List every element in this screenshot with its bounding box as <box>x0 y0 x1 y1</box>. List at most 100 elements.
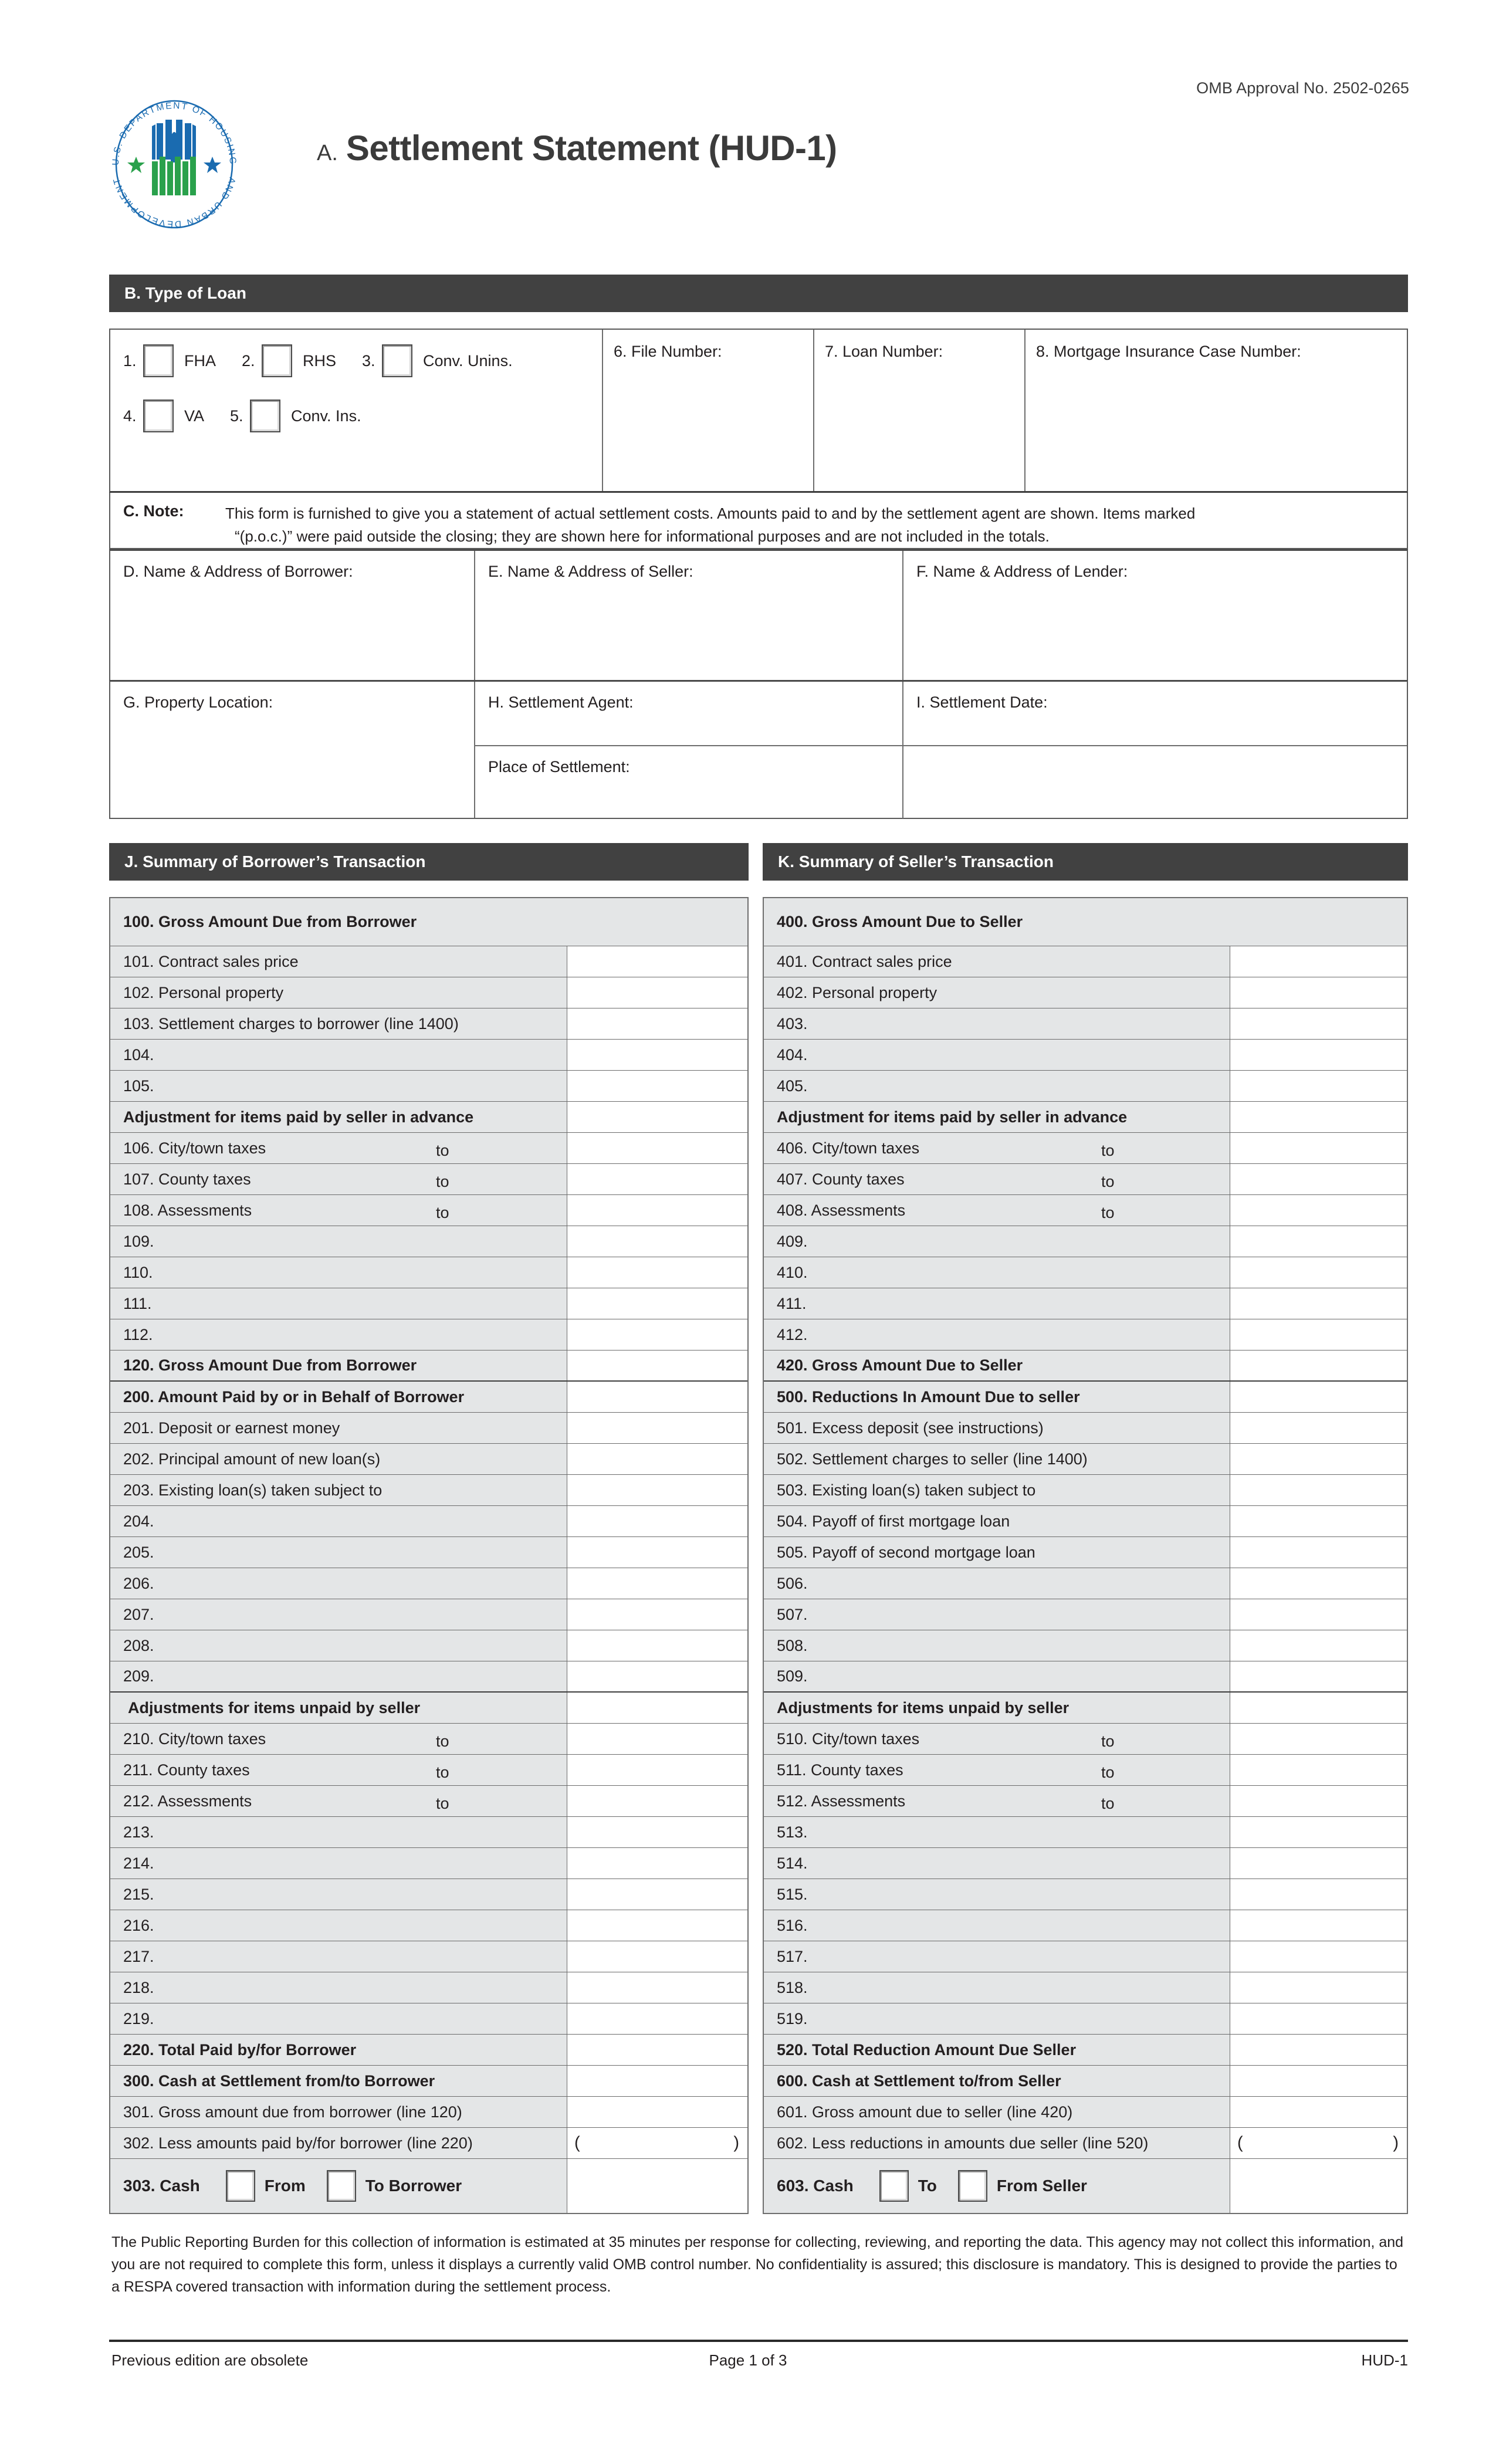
settlement-date-field[interactable]: I. Settlement Date: <box>903 682 1407 746</box>
borrower-amount-input[interactable] <box>567 1817 747 1847</box>
borrower-amount-input[interactable] <box>567 2003 747 2034</box>
checkbox-conv-ins[interactable] <box>250 400 281 432</box>
borrower-amount-input[interactable] <box>567 1133 747 1163</box>
section-b-box: 1. FHA 2. RHS 3. Conv. Unins. 4. VA 5. C… <box>109 329 1408 493</box>
seller-amount-input[interactable] <box>1230 1755 1407 1785</box>
checkbox-borrower-cash-option-2[interactable] <box>326 2170 356 2202</box>
borrower-amount-input[interactable] <box>567 1164 747 1194</box>
seller-amount-input[interactable] <box>1230 1288 1407 1319</box>
seller-amount-input[interactable] <box>1230 1941 1407 1972</box>
checkbox-seller-cash-option-1[interactable] <box>879 2170 909 2202</box>
checkbox-fha[interactable] <box>143 344 174 377</box>
seller-amount-input[interactable] <box>1230 1475 1407 1505</box>
seller-amount-input[interactable] <box>1230 1786 1407 1816</box>
borrower-amount-input[interactable] <box>567 2035 747 2065</box>
seller-amount-input[interactable] <box>1230 1568 1407 1599</box>
seller-amount-input[interactable] <box>1230 1071 1407 1101</box>
seller-amount-input[interactable] <box>1230 946 1407 977</box>
seller-cash-amount-input[interactable] <box>1230 2159 1407 2213</box>
borrower-amount-input[interactable] <box>567 1848 747 1879</box>
seller-amount-input[interactable] <box>1230 1444 1407 1474</box>
place-of-settlement-field[interactable]: Place of Settlement: <box>475 746 903 818</box>
borrower-amount-input[interactable] <box>567 2097 747 2127</box>
borrower-amount-input[interactable] <box>567 1910 747 1941</box>
borrower-amount-input[interactable] <box>567 977 747 1008</box>
seller-amount-input[interactable] <box>1230 2097 1407 2127</box>
borrower-amount-input[interactable] <box>567 1506 747 1536</box>
borrower-amount-input[interactable] <box>567 1040 747 1070</box>
borrower-amount-input[interactable] <box>567 1382 747 1412</box>
borrower-amount-input[interactable] <box>567 1786 747 1816</box>
seller-amount-input[interactable] <box>1230 1848 1407 1879</box>
seller-amount-input[interactable] <box>1230 1257 1407 1288</box>
borrower-amount-input[interactable] <box>567 1537 747 1568</box>
borrower-amount-input[interactable] <box>567 1257 747 1288</box>
seller-amount-input[interactable] <box>1230 1972 1407 2003</box>
borrower-amount-input[interactable] <box>567 1444 747 1474</box>
seller-amount-input[interactable] <box>1230 1413 1407 1443</box>
seller-amount-input[interactable]: () <box>1230 2128 1407 2158</box>
checkbox-rhs[interactable] <box>262 344 292 377</box>
settlement-date-value[interactable] <box>903 746 1407 818</box>
borrower-amount-input[interactable] <box>567 1661 747 1691</box>
seller-amount-input[interactable] <box>1230 1879 1407 1910</box>
seller-amount-input[interactable] <box>1230 2003 1407 2034</box>
seller-amount-input[interactable] <box>1230 1382 1407 1412</box>
borrower-amount-input[interactable]: () <box>567 2128 747 2158</box>
seller-amount-input[interactable] <box>1230 1102 1407 1132</box>
seller-amount-input[interactable] <box>1230 1319 1407 1350</box>
borrower-amount-input[interactable] <box>567 1568 747 1599</box>
borrower-cash-amount-input[interactable] <box>567 2159 747 2213</box>
table-row: 412. <box>764 1319 1407 1351</box>
borrower-amount-input[interactable] <box>567 1755 747 1785</box>
loan-type-label-3: Conv. Unins. <box>423 351 513 370</box>
seller-amount-input[interactable] <box>1230 1506 1407 1536</box>
borrower-amount-input[interactable] <box>567 1693 747 1723</box>
checkbox-seller-cash-option-2[interactable] <box>957 2170 987 2202</box>
borrower-amount-input[interactable] <box>567 1195 747 1226</box>
settlement-agent-field[interactable]: H. Settlement Agent: <box>475 682 903 746</box>
seller-amount-input[interactable] <box>1230 1910 1407 1941</box>
seller-amount-input[interactable] <box>1230 2035 1407 2065</box>
borrower-amount-input[interactable] <box>567 1475 747 1505</box>
loan-number-field[interactable]: 7. Loan Number: <box>814 330 1025 491</box>
borrower-amount-input[interactable] <box>567 1319 747 1350</box>
mortgage-insurance-case-number-field[interactable]: 8. Mortgage Insurance Case Number: <box>1025 330 1407 491</box>
borrower-amount-input[interactable] <box>567 1071 747 1101</box>
file-number-field[interactable]: 6. File Number: <box>603 330 814 491</box>
seller-amount-input[interactable] <box>1230 1661 1407 1691</box>
borrower-amount-input[interactable] <box>567 1599 747 1630</box>
borrower-amount-input[interactable] <box>567 1226 747 1257</box>
borrower-amount-input[interactable] <box>567 1879 747 1910</box>
seller-amount-input[interactable] <box>1230 1226 1407 1257</box>
borrower-amount-input[interactable] <box>567 946 747 977</box>
borrower-amount-input[interactable] <box>567 1630 747 1661</box>
borrower-amount-input[interactable] <box>567 1351 747 1380</box>
seller-amount-input[interactable] <box>1230 1599 1407 1630</box>
borrower-amount-input[interactable] <box>567 2066 747 2096</box>
seller-amount-input[interactable] <box>1230 1724 1407 1754</box>
property-location-field[interactable]: G. Property Location: <box>110 682 475 818</box>
seller-amount-input[interactable] <box>1230 1164 1407 1194</box>
seller-amount-input[interactable] <box>1230 1008 1407 1039</box>
seller-amount-input[interactable] <box>1230 977 1407 1008</box>
checkbox-borrower-cash-option-1[interactable] <box>225 2170 255 2202</box>
borrower-amount-input[interactable] <box>567 1972 747 2003</box>
checkbox-conv-unins[interactable] <box>382 344 413 377</box>
checkbox-va[interactable] <box>143 400 174 432</box>
seller-amount-input[interactable] <box>1230 1693 1407 1723</box>
borrower-amount-input[interactable] <box>567 1941 747 1972</box>
seller-amount-input[interactable] <box>1230 2066 1407 2096</box>
seller-amount-input[interactable] <box>1230 1537 1407 1568</box>
seller-amount-input[interactable] <box>1230 1133 1407 1163</box>
borrower-amount-input[interactable] <box>567 1724 747 1754</box>
seller-amount-input[interactable] <box>1230 1195 1407 1226</box>
seller-amount-input[interactable] <box>1230 1040 1407 1070</box>
borrower-amount-input[interactable] <box>567 1008 747 1039</box>
seller-amount-input[interactable] <box>1230 1817 1407 1847</box>
borrower-amount-input[interactable] <box>567 1102 747 1132</box>
borrower-amount-input[interactable] <box>567 1413 747 1443</box>
seller-amount-input[interactable] <box>1230 1630 1407 1661</box>
seller-amount-input[interactable] <box>1230 1351 1407 1380</box>
borrower-amount-input[interactable] <box>567 1288 747 1319</box>
